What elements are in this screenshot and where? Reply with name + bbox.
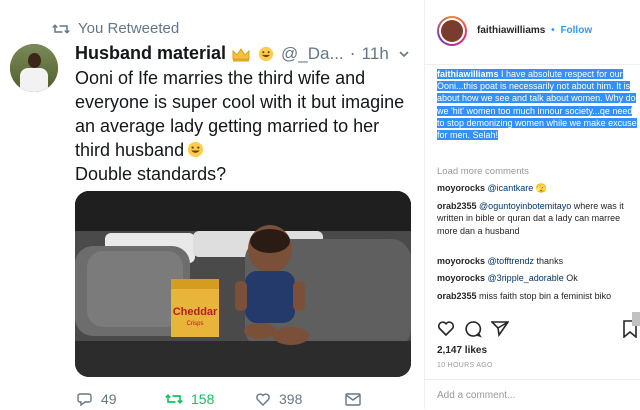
ig-avatar[interactable] [437,16,467,46]
like-button[interactable]: 398 [255,391,345,407]
reply-button[interactable]: 49 [77,391,165,407]
tweet-card: You Retweeted Husband material @_Da... ·… [0,0,424,409]
ig-comment: moyorocks @tofftrendz thanks [437,256,564,266]
tweet-text-line: Double standards? [75,164,227,184]
reply-count: 49 [101,391,117,407]
ig-comment: orab2355 @oguntoyinbotemitayo where was … [437,201,624,236]
tweet-image[interactable]: Cheddar Crisps [75,191,411,377]
snack-box-sublabel: Crisps [186,321,203,327]
tweet-actions: 49 158 398 [77,391,369,407]
direct-message-button[interactable] [345,392,369,406]
ig-post-time: 10 HOURS AGO [437,362,493,369]
ig-caption-user[interactable]: faithiawilliams [437,69,499,79]
baby-on-sofa-photo: Cheddar Crisps [75,191,411,377]
ig-comment: orab2355 miss faith stop bin a feminist … [437,291,612,301]
ig-comment: moyorocks @icantkare 🫣 [437,183,547,193]
retweet-button[interactable]: 158 [165,391,255,407]
retweet-context: You Retweeted [52,20,179,37]
separator-dot: · [349,43,356,63]
ig-username[interactable]: faithiawilliams [477,25,545,36]
avatar[interactable] [10,44,58,92]
heart-icon[interactable] [437,320,455,337]
ig-follow-button[interactable]: Follow [560,25,592,36]
ig-caption-text: I have absolute respect for our Ooni...t… [437,69,637,141]
envelope-icon [345,392,361,406]
tweet-text: Ooni of Ife marries the third wife and e… [75,66,415,186]
tweet-text-line: an average lady getting married to her [75,116,380,136]
ig-action-bar [437,320,637,340]
tweet-header: Husband material @_Da... · 11h [75,43,389,64]
handle[interactable]: @_Da... [281,44,344,64]
instagram-post-panel: faithiawilliams • Follow faithiawilliams… [424,0,640,409]
chevron-down-icon[interactable] [398,48,410,60]
retweet-label: You Retweeted [78,20,180,37]
scrollbar-thumb[interactable] [632,312,640,326]
tweet-time[interactable]: 11h [362,44,389,64]
display-name[interactable]: Husband material [75,43,226,64]
snack-box-label: Cheddar [173,306,218,318]
reply-icon [77,393,92,407]
ig-header-user: faithiawilliams • Follow [477,25,592,36]
ig-post-header: faithiawilliams • Follow [425,0,640,65]
tweet-text-line: everyone is super cool with it but imagi… [75,92,405,112]
ig-add-comment-bar: Add a comment... [425,379,640,410]
ig-comment: moyorocks @3ripple_adorable Ok [437,273,578,283]
retweet-icon [165,394,183,404]
retweet-count: 158 [191,391,215,407]
ig-likes-count[interactable]: 2,147 likes [437,345,487,356]
ig-load-more-comments[interactable]: Load more comments [437,166,529,177]
share-icon[interactable] [491,320,509,337]
heart-icon [256,392,270,406]
comment-icon[interactable] [464,320,482,338]
grinning-emoji-icon [258,46,274,61]
ig-add-comment-input[interactable]: Add a comment... [437,390,515,401]
grinning-emoji-icon [188,141,204,158]
retweet-icon [52,23,70,34]
ig-caption: faithiawilliams I have absolute respect … [437,68,637,141]
ig-follow-separator: • [551,25,555,36]
crown-emoji-icon [232,47,250,61]
tweet-text-line: Ooni of Ife marries the third wife and [75,68,366,88]
tweet-text-line: third husband [75,138,415,162]
like-count: 398 [279,391,303,407]
